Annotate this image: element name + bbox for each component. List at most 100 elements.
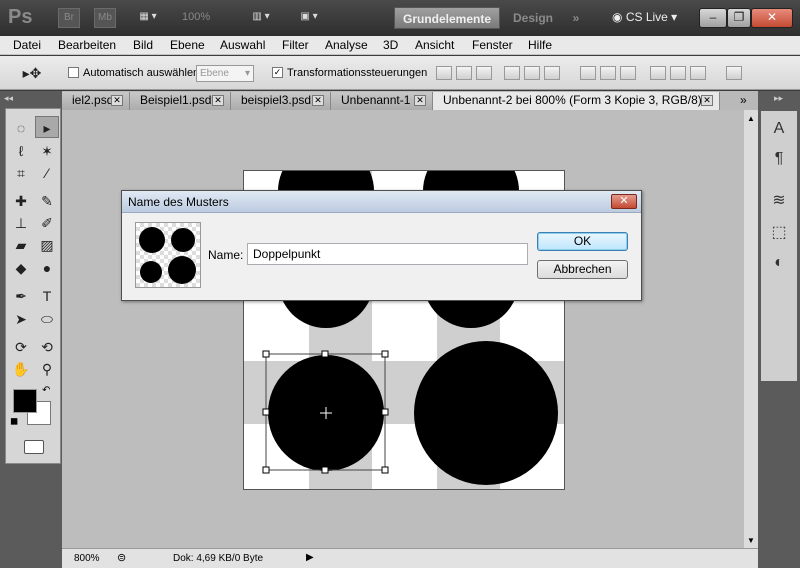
eraser-icon[interactable]: ▰ [9,234,33,256]
distribute-bottom-icon[interactable] [620,66,636,80]
crop-icon[interactable]: ⌗ [9,162,33,184]
layers-icon[interactable]: ≋ [767,189,791,213]
cs-live-button[interactable]: ◉ CS Live ▾ [612,10,677,24]
close-tab-icon[interactable]: ✕ [312,95,324,106]
default-colors-icon[interactable]: ◼ [10,416,18,427]
auto-select-dropdown[interactable]: Ebene ▾ [196,65,254,82]
distribute-left-icon[interactable] [650,66,666,80]
close-tab-icon[interactable]: ✕ [111,95,123,106]
dialog-close-button[interactable]: ✕ [611,194,637,209]
restore-button[interactable]: ❐ [727,8,751,28]
path-select-icon[interactable]: ➤ [9,308,33,330]
menu-fenster[interactable]: Fenster [472,38,513,52]
workspace-design[interactable]: Design [510,7,556,29]
menu-ansicht[interactable]: Ansicht [415,38,454,52]
close-tab-icon[interactable]: ✕ [212,95,224,106]
menu-bearbeiten[interactable]: Bearbeiten [58,38,116,52]
menu-datei[interactable]: Datei [13,38,41,52]
tab-unbenannt-2[interactable]: Unbenannt-2 bei 800% (Form 3 Kopie 3, RG… [433,92,720,110]
distribute-vcenter-icon[interactable] [600,66,616,80]
paragraph-icon[interactable]: ¶ [767,147,791,171]
swap-colors-icon[interactable]: ↶ [42,385,50,396]
zoom-level-display[interactable]: 100% [182,11,210,23]
menu-3d[interactable]: 3D [383,38,398,52]
vertical-scrollbar[interactable]: ▲ ▼ [744,110,758,548]
align-vcenter-icon[interactable] [456,66,472,80]
3d-rotate-icon[interactable]: ⟳ [9,336,33,358]
pattern-dot [139,227,165,253]
adjust-icon[interactable]: ◐ [767,251,791,275]
screen-mode-icon[interactable]: ▣ ▾ [292,8,326,28]
workspace-grundelemente[interactable]: Grundelemente [394,7,500,29]
bridge-button[interactable]: Br [58,8,80,28]
gradient-icon[interactable]: ▨ [35,234,59,256]
move-tool-preset-icon[interactable]: ▸✥ [20,62,44,84]
close-tab-icon[interactable]: ✕ [414,95,426,106]
menu-analyse[interactable]: Analyse [325,38,368,52]
cancel-button[interactable]: Abbrechen [537,260,628,279]
menu-ebene[interactable]: Ebene [170,38,205,52]
status-zoom-icon[interactable]: ⊜ [117,551,126,564]
align-hcenter-icon[interactable] [524,66,540,80]
align-right-icon[interactable] [544,66,560,80]
tab-beispiel1[interactable]: Beispiel1.psd ✕ [130,92,231,110]
history-brush-icon[interactable]: ✐ [35,212,59,234]
zoom-status[interactable]: 800% [74,553,100,564]
ok-button[interactable]: OK [537,232,628,251]
menu-auswahl[interactable]: Auswahl [220,38,265,52]
transform-controls-checkbox[interactable]: ✓ [272,67,283,78]
zoom-icon[interactable]: ⚲ [35,358,59,380]
tab-label: Unbenannt-2 bei 800% (Form 3 Kopie 3, RG… [443,93,710,107]
close-window-button[interactable]: ✕ [751,8,793,28]
title-bar: Ps Br Mb ▦ ▾ 100% ▥ ▾ ▣ ▾ Grundelemente … [0,0,800,36]
tab-overflow-icon[interactable]: » [740,93,747,107]
workspace-more-icon[interactable]: » [566,7,586,29]
blur-icon[interactable]: ◆ [9,257,33,279]
align-top-icon[interactable] [436,66,452,80]
quick-mask-icon[interactable] [24,440,44,454]
distribute-top-icon[interactable] [580,66,596,80]
align-left-icon[interactable] [504,66,520,80]
doc-info: Dok: 4,69 KB/0 Byte [173,553,264,564]
auto-align-icon[interactable] [726,66,742,80]
character-icon[interactable]: A [767,117,791,141]
align-bottom-icon[interactable] [476,66,492,80]
type-icon[interactable]: T [35,285,59,307]
marquee-icon[interactable]: ◌ [9,117,33,139]
pattern-name-input[interactable] [247,243,528,265]
distribute-right-icon[interactable] [690,66,706,80]
auto-select-checkbox[interactable] [68,67,79,78]
arrange-documents-icon[interactable]: ▥ ▾ [244,8,278,28]
collapse-panel-icon[interactable]: ◂◂ [4,93,13,104]
eyedropper-icon[interactable]: ⁄ [35,162,59,184]
pen-icon[interactable]: ✒ [9,285,33,307]
chevron-down-icon: ▾ [667,10,678,24]
view-extras-icon[interactable]: ▦ ▾ [132,8,164,28]
menu-hilfe[interactable]: Hilfe [528,38,552,52]
close-tab-icon[interactable]: ✕ [701,95,713,106]
stamp-icon[interactable]: ⊥ [9,212,33,234]
healing-icon[interactable]: ✚ [9,190,33,212]
paths-icon[interactable]: ⬚ [767,221,791,245]
status-menu-icon[interactable]: ▶ [306,552,314,563]
tab-unbenannt-1[interactable]: Unbenannt-1 ✕ [331,92,433,110]
lasso-icon[interactable]: ℓ [9,140,33,162]
tab-beispiel3[interactable]: beispiel3.psd ✕ [231,92,331,110]
magic-wand-icon[interactable]: ✶ [35,140,59,162]
menu-filter[interactable]: Filter [282,38,309,52]
menu-bild[interactable]: Bild [133,38,153,52]
shape-icon[interactable]: ⬭ [35,308,59,330]
3d-orbit-icon[interactable]: ⟲ [35,336,59,358]
tab-beispiel2[interactable]: iel2.psd ✕ [62,92,130,110]
dodge-icon[interactable]: ● [35,257,59,279]
move-icon[interactable]: ▸ [35,116,59,138]
minimize-button[interactable]: – [699,8,727,28]
foreground-color-swatch-front[interactable] [13,389,37,413]
expand-panel-icon[interactable]: ▸▸ [774,93,783,104]
brush-icon[interactable]: ✎ [35,190,59,212]
distribute-hcenter-icon[interactable] [670,66,686,80]
scroll-up-icon[interactable]: ▲ [747,114,755,123]
scroll-down-icon[interactable]: ▼ [747,536,755,545]
minibridge-button[interactable]: Mb [94,8,116,28]
hand-icon[interactable]: ✋ [9,358,33,380]
